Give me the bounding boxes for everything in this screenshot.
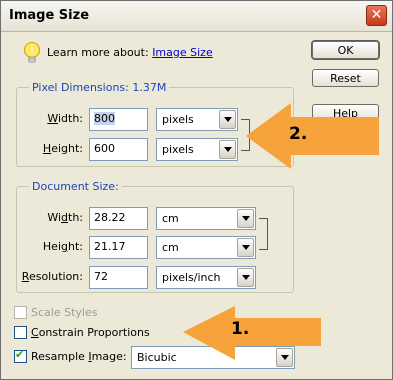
constrain-proportions-label: Constrain Proportions (31, 326, 150, 339)
pixel-height-unit-select[interactable]: pixels (156, 138, 238, 161)
image-size-help-link[interactable]: Image Size (152, 46, 213, 59)
window-title: Image Size (9, 8, 90, 23)
annotation-label-1: 1. (231, 319, 250, 339)
pixel-width-label: Width: (47, 112, 83, 125)
pixel-size: 1.37M (132, 81, 167, 94)
doc-link-bracket (259, 218, 268, 250)
learn-more-text: Learn more about: Image Size (47, 46, 213, 59)
reset-button[interactable]: Reset (312, 69, 379, 87)
lightbulb-icon (24, 42, 40, 63)
doc-width-unit-select[interactable]: cm (156, 207, 256, 230)
chevron-down-icon (219, 110, 236, 129)
annotation-arrow-2 (246, 103, 379, 169)
chevron-down-icon (219, 140, 236, 159)
pixel-height-input[interactable]: 600 (89, 138, 148, 161)
close-icon: ✕ (370, 7, 383, 23)
chevron-down-icon (237, 209, 254, 228)
doc-width-label: Width: (47, 211, 83, 224)
close-button[interactable]: ✕ (366, 5, 387, 26)
title-bar: Image Size ✕ (1, 1, 392, 32)
scale-styles-label: Scale Styles (31, 306, 98, 319)
pixel-dimensions-legend: Pixel Dimensions: 1.37M (29, 81, 170, 94)
doc-height-label: Height: (42, 240, 83, 253)
pixel-width-unit-select[interactable]: pixels (156, 108, 238, 131)
annotation-arrow-1 (183, 306, 321, 360)
doc-height-unit-select[interactable]: cm (156, 236, 256, 259)
doc-width-input[interactable]: 28.22 (89, 207, 148, 230)
resolution-unit-select[interactable]: pixels/inch (156, 266, 256, 289)
resolution-label: Resolution: (21, 270, 83, 283)
pixel-height-label: Height: (42, 142, 83, 155)
resample-image-label: Resample Image: (31, 350, 127, 363)
constrain-proportions-checkbox[interactable] (14, 326, 27, 339)
chevron-down-icon (237, 268, 254, 287)
resolution-input[interactable]: 72 (89, 266, 148, 289)
document-size-legend: Document Size: (29, 180, 122, 193)
scale-styles-checkbox[interactable] (14, 306, 27, 319)
resample-image-checkbox[interactable] (14, 348, 27, 363)
chevron-down-icon (237, 238, 254, 257)
image-size-dialog: Image Size ✕ Learn more about: Image Siz… (0, 0, 393, 380)
doc-height-input[interactable]: 21.17 (89, 236, 148, 259)
pixel-width-input[interactable]: 800 (89, 108, 148, 131)
annotation-label-2: 2. (289, 124, 308, 144)
ok-button[interactable]: OK (311, 40, 380, 60)
